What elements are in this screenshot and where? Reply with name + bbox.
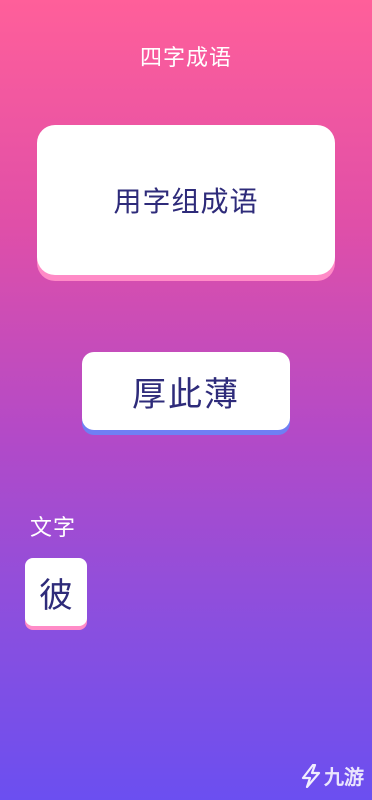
lightning-icon bbox=[301, 763, 321, 788]
prompt-card: 用字组成语 bbox=[37, 125, 335, 275]
page-title: 四字成语 bbox=[139, 46, 232, 71]
characters-label: 文字 bbox=[30, 516, 77, 541]
watermark: 九游 bbox=[300, 761, 364, 790]
answer-text: 厚此薄 bbox=[132, 374, 240, 415]
character-tile[interactable]: 彼 bbox=[25, 558, 87, 626]
answer-slot[interactable]: 厚此薄 bbox=[82, 352, 290, 430]
prompt-text: 用字组成语 bbox=[113, 185, 259, 218]
watermark-text: 九游 bbox=[324, 765, 364, 789]
character-tile-text: 彼 bbox=[39, 575, 73, 616]
